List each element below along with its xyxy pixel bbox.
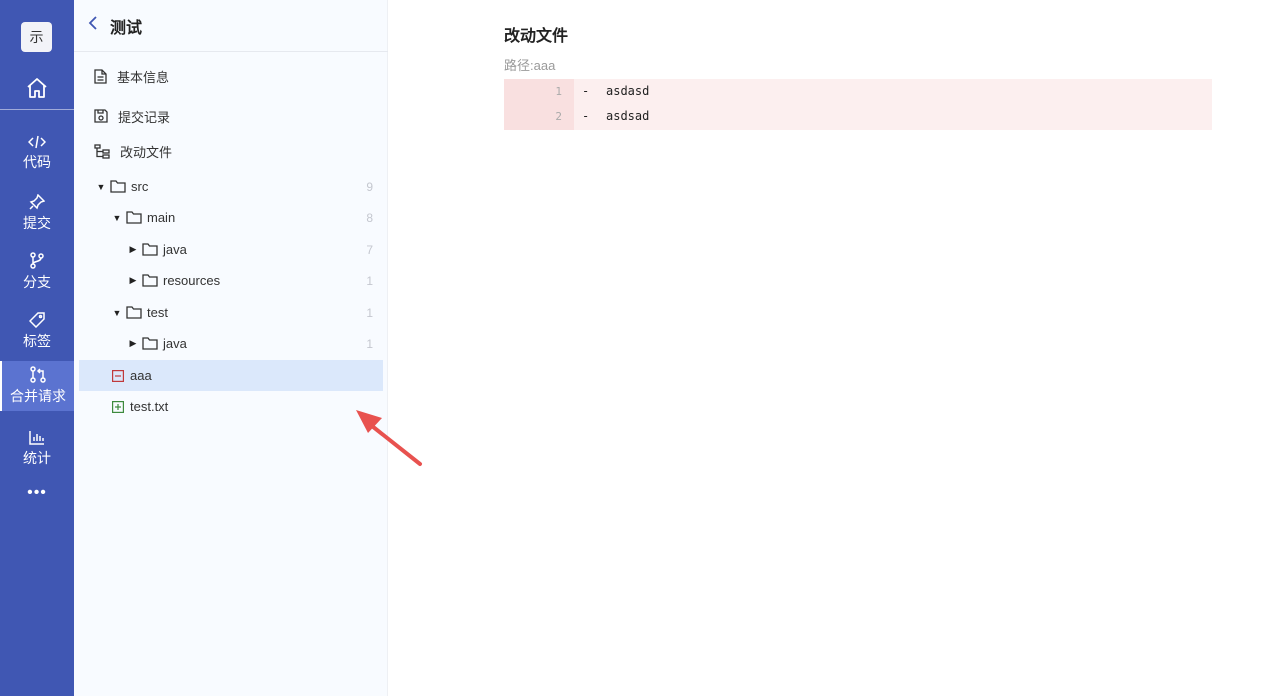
app-logo[interactable]: 示 (21, 22, 52, 52)
tag-icon (29, 311, 45, 328)
file-deleted-icon (112, 369, 124, 382)
home-button[interactable] (0, 66, 74, 110)
tree-row-label: test (147, 305, 168, 320)
diff-sign: - (582, 84, 590, 98)
tree-row-count: 1 (366, 305, 373, 320)
nav-item-label: 提交 (23, 214, 51, 231)
menu-item-commits[interactable]: 提交记录 (94, 104, 170, 128)
nav-item-merge-request[interactable]: 合并请求 (0, 361, 74, 411)
folder-icon (110, 180, 126, 193)
diff-code: asdasd (606, 84, 650, 98)
tree-row-label: main (147, 210, 176, 225)
tree-row[interactable]: ▶ java 7 (79, 234, 383, 265)
home-icon (27, 77, 47, 98)
tree-row-label: java (163, 336, 187, 351)
project-title: 测试 (110, 19, 143, 37)
annotation-arrow-icon (356, 410, 422, 466)
file-added-icon (112, 400, 124, 413)
tree-row[interactable]: test.txt (79, 391, 383, 422)
folder-icon (142, 243, 158, 256)
save-icon (94, 109, 108, 123)
menu-item-label: 改动文件 (120, 144, 173, 160)
tree-row[interactable]: ▶ java 1 (79, 328, 383, 359)
tree-row-count: 1 (366, 336, 373, 351)
nav-item-tag[interactable]: 标签 (0, 306, 74, 356)
nav-rail: 示 代码 提交 分支 标签 合并请求 统计 ••• (0, 0, 74, 696)
tree-row[interactable]: ▶ resources 1 (79, 265, 383, 296)
caret-down-icon[interactable]: ▼ (112, 213, 122, 223)
folder-icon (126, 211, 142, 224)
nav-item-label: 分支 (23, 274, 51, 290)
pin-icon (29, 193, 45, 210)
diff-code: asdsad (606, 109, 650, 123)
tree-row[interactable]: ▼ test 1 (79, 297, 383, 328)
branch-icon (30, 252, 44, 269)
sidebar-header: 测试 (74, 0, 388, 52)
tree-row-label: java (163, 242, 187, 257)
diff-sign: - (582, 109, 590, 123)
folder-icon (126, 306, 142, 319)
tree-row-count: 8 (366, 210, 373, 225)
line-number: 2 (555, 110, 562, 123)
diff-view: 1 - asdasd 2 - asdsad (504, 79, 1212, 130)
tree-row[interactable]: ▼ src 9 (79, 171, 383, 202)
caret-right-icon[interactable]: ▶ (128, 275, 138, 286)
tree-row-label: test.txt (130, 399, 169, 414)
nav-item-stats[interactable]: 统计 (0, 424, 74, 474)
back-icon[interactable] (88, 15, 104, 36)
project-sidebar: 测试 基本信息 提交记录 改动文件 ▼ src 9 ▼ main 8 ▶ jav… (74, 0, 388, 696)
folder-icon (142, 337, 158, 350)
nav-item-code[interactable]: 代码 (0, 128, 74, 178)
tree-row-label: resources (163, 273, 221, 288)
tree-row-label: src (131, 179, 149, 194)
menu-item-basic-info[interactable]: 基本信息 (94, 64, 169, 88)
diff-line: 2 - asdsad (504, 104, 1212, 129)
tree-row-selected[interactable]: aaa (79, 360, 383, 391)
bar-chart-icon (29, 431, 44, 445)
line-number: 1 (555, 85, 562, 98)
file-tree-icon (94, 143, 110, 159)
caret-right-icon[interactable]: ▶ (128, 244, 138, 255)
caret-down-icon[interactable]: ▼ (96, 182, 106, 192)
menu-item-changed-files[interactable]: 改动文件 (94, 139, 172, 163)
merge-request-icon (30, 366, 46, 383)
more-icon[interactable]: ••• (0, 484, 74, 508)
nav-item-commit[interactable]: 提交 (0, 188, 74, 238)
menu-item-label: 基本信息 (117, 69, 170, 85)
page-title: 改动文件 (504, 28, 569, 45)
tree-row-count: 9 (366, 179, 373, 194)
code-icon (28, 135, 46, 148)
menu-item-label: 提交记录 (118, 109, 171, 125)
nav-item-label: 合并请求 (10, 388, 66, 404)
tree-row-count: 1 (366, 273, 373, 288)
nav-item-label: 代码 (23, 153, 51, 170)
tree-row-label: aaa (130, 368, 152, 383)
folder-icon (142, 274, 158, 287)
caret-down-icon[interactable]: ▼ (112, 308, 122, 318)
nav-item-branch[interactable]: 分支 (0, 247, 74, 297)
nav-item-label: 标签 (23, 332, 51, 349)
tree-row[interactable]: ▼ main 8 (79, 202, 383, 233)
file-path: 路径:aaa (504, 58, 556, 73)
diff-line: 1 - asdasd (504, 79, 1212, 104)
nav-item-label: 统计 (23, 450, 51, 466)
tree-row-count: 7 (366, 242, 373, 257)
caret-right-icon[interactable]: ▶ (128, 338, 138, 349)
document-icon (94, 68, 107, 84)
